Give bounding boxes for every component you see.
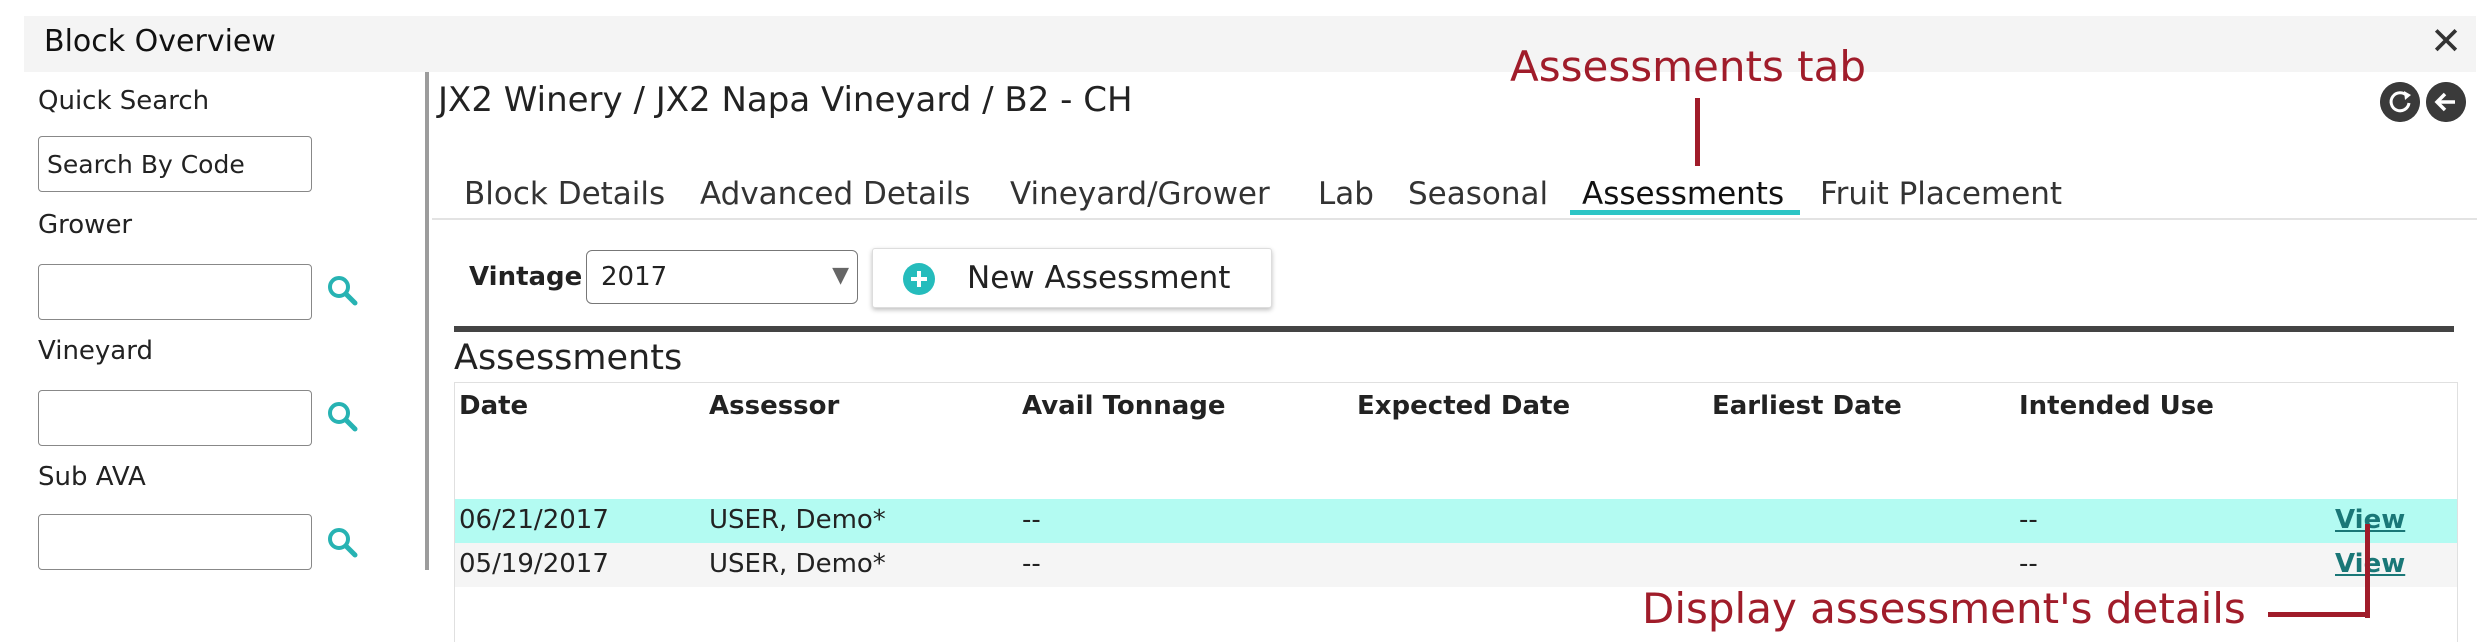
cell-date: 06/21/2017: [459, 505, 609, 535]
grower-input[interactable]: [38, 264, 312, 320]
close-icon[interactable]: ✕: [2430, 22, 2462, 60]
sub-ava-label: Sub AVA: [38, 462, 146, 492]
breadcrumb: JX2 Winery / JX2 Napa Vineyard / B2 - CH: [438, 80, 1133, 120]
vineyard-search-icon[interactable]: [324, 398, 360, 434]
quick-search-input[interactable]: [38, 136, 312, 192]
tab-bar: Block Details Advanced Details Vineyard/…: [432, 172, 2477, 220]
sidebar-divider[interactable]: [425, 72, 429, 570]
column-header-avail-tonnage[interactable]: Avail Tonnage: [1022, 391, 1226, 421]
cell-avail-tonnage: --: [1022, 505, 1041, 535]
table-row[interactable]: 05/19/2017 USER, Demo* -- -- View: [455, 543, 2457, 587]
vineyard-input[interactable]: [38, 390, 312, 446]
window-titlebar: Block Overview ✕: [24, 16, 2476, 72]
cell-assessor: USER, Demo*: [709, 505, 886, 535]
vintage-select[interactable]: 2017 ▼: [586, 250, 858, 304]
window-title: Block Overview: [44, 24, 276, 59]
back-arrow-icon[interactable]: [2426, 82, 2466, 122]
tab-lab[interactable]: Lab: [1318, 176, 1374, 212]
column-header-date[interactable]: Date: [459, 391, 528, 421]
caret-down-icon: ▼: [832, 263, 849, 288]
main-panel: JX2 Winery / JX2 Napa Vineyard / B2 - CH…: [432, 72, 2477, 642]
column-header-assessor[interactable]: Assessor: [709, 391, 839, 421]
assessments-title: Assessments: [454, 338, 683, 378]
vintage-label: Vintage: [469, 262, 583, 292]
grower-label: Grower: [38, 210, 133, 240]
new-assessment-label: New Assessment: [967, 260, 1231, 296]
annotation-assessments-tab: Assessments tab: [1510, 42, 1867, 91]
annotation-view-pointer-horizontal: [2268, 612, 2370, 617]
grower-search-icon[interactable]: [324, 272, 360, 308]
tab-block-details[interactable]: Block Details: [464, 176, 665, 212]
active-tab-indicator: [1570, 210, 1800, 215]
column-header-intended-use[interactable]: Intended Use: [2019, 391, 2214, 421]
vineyard-label: Vineyard: [38, 336, 153, 366]
tab-assessments[interactable]: Assessments: [1582, 176, 1784, 212]
cell-date: 05/19/2017: [459, 549, 609, 579]
plus-circle-icon: [903, 263, 935, 295]
view-link[interactable]: View: [2335, 505, 2405, 535]
annotation-tab-pointer: [1695, 98, 1700, 166]
section-divider: [454, 326, 2454, 332]
sub-ava-input[interactable]: [38, 514, 312, 570]
filter-sidebar: Quick Search Grower Vineyard Sub AVA: [24, 72, 424, 572]
column-header-expected-date[interactable]: Expected Date: [1357, 391, 1570, 421]
quick-search-label: Quick Search: [38, 86, 210, 116]
vintage-value: 2017: [601, 262, 668, 292]
view-link[interactable]: View: [2335, 549, 2405, 579]
sub-ava-search-icon[interactable]: [324, 524, 360, 560]
column-header-earliest-date[interactable]: Earliest Date: [1712, 391, 1902, 421]
cell-avail-tonnage: --: [1022, 549, 1041, 579]
tab-advanced-details[interactable]: Advanced Details: [700, 176, 970, 212]
cell-intended-use: --: [2019, 505, 2038, 535]
cell-intended-use: --: [2019, 549, 2038, 579]
annotation-view-details: Display assessment's details: [1642, 584, 2246, 633]
tab-seasonal[interactable]: Seasonal: [1408, 176, 1548, 212]
refresh-icon[interactable]: [2380, 82, 2420, 122]
tab-fruit-placement[interactable]: Fruit Placement: [1820, 176, 2062, 212]
cell-assessor: USER, Demo*: [709, 549, 886, 579]
annotation-view-pointer-vertical: [2365, 524, 2370, 618]
table-row[interactable]: 06/21/2017 USER, Demo* -- -- View: [455, 499, 2457, 543]
tab-vineyard-grower[interactable]: Vineyard/Grower: [1010, 176, 1270, 212]
new-assessment-button[interactable]: New Assessment: [872, 248, 1272, 308]
